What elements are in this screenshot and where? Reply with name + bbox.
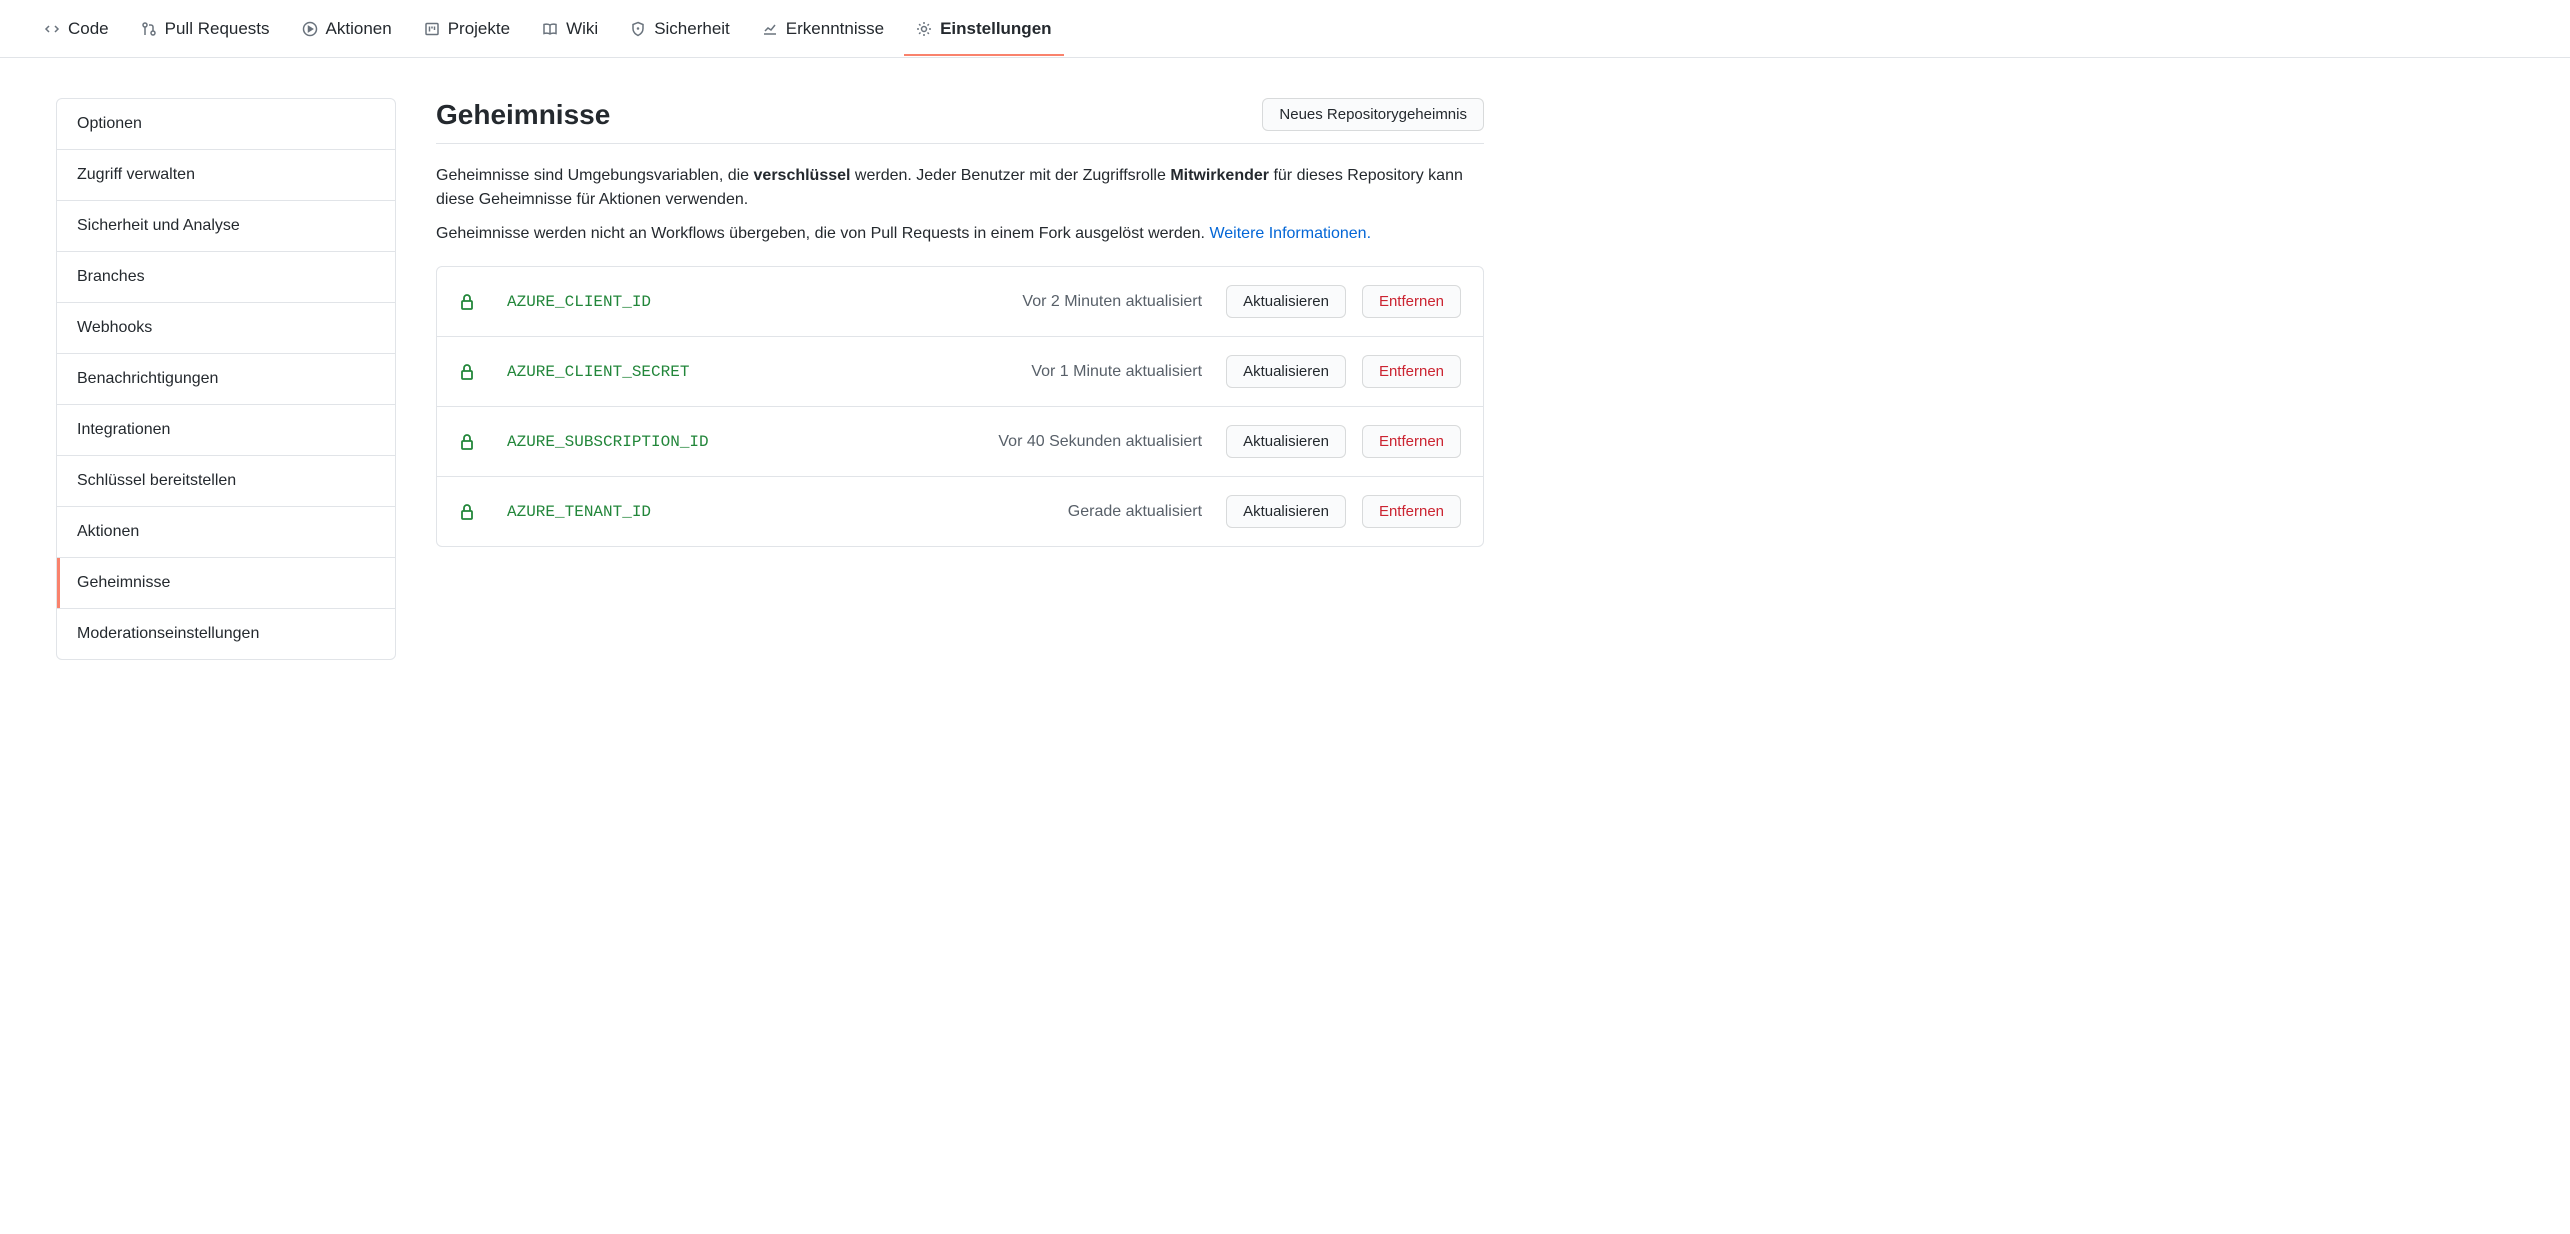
lock-icon (459, 363, 475, 381)
lock-icon (459, 433, 475, 451)
settings-sidebar: Optionen Zugriff verwalten Sicherheit un… (56, 98, 396, 660)
tab-wiki[interactable]: Wiki (530, 3, 610, 55)
secrets-list: AZURE_CLIENT_ID Vor 2 Minuten aktualisie… (436, 266, 1484, 547)
sidebar-item-label: Zugriff verwalten (77, 166, 195, 183)
code-icon (44, 21, 60, 37)
secret-row: AZURE_TENANT_ID Gerade aktualisiert Aktu… (437, 477, 1483, 546)
remove-secret-button[interactable]: Entfernen (1362, 285, 1461, 318)
page-title: Geheimnisse (436, 99, 610, 131)
sidebar-item-notifications[interactable]: Benachrichtigungen (57, 354, 395, 405)
sidebar-item-label: Schlüssel bereitstellen (77, 472, 236, 489)
tab-security[interactable]: Sicherheit (618, 3, 742, 55)
sidebar-item-label: Sicherheit und Analyse (77, 217, 240, 234)
sidebar-item-branches[interactable]: Branches (57, 252, 395, 303)
tab-settings[interactable]: Einstellungen (904, 3, 1063, 55)
sidebar-item-label: Moderationseinstellungen (77, 625, 259, 642)
sidebar-item-moderation[interactable]: Moderationseinstellungen (57, 609, 395, 659)
learn-more-link[interactable]: Weitere Informationen. (1209, 225, 1371, 242)
sidebar-item-security-analysis[interactable]: Sicherheit und Analyse (57, 201, 395, 252)
sidebar-item-label: Optionen (77, 115, 142, 132)
secrets-description-1: Geheimnisse sind Umgebungsvariablen, die… (436, 164, 1484, 212)
tab-pull-requests[interactable]: Pull Requests (129, 3, 282, 55)
secret-name: AZURE_CLIENT_SECRET (507, 363, 1015, 381)
sidebar-item-secrets[interactable]: Geheimnisse (57, 558, 395, 609)
main-content: Geheimnisse Neues Repositorygeheimnis Ge… (436, 98, 1484, 660)
new-repository-secret-button[interactable]: Neues Repositorygeheimnis (1262, 98, 1484, 131)
sidebar-item-label: Aktionen (77, 523, 139, 540)
secrets-description-2: Geheimnisse werden nicht an Workflows üb… (436, 222, 1484, 246)
secret-updated: Gerade aktualisiert (1068, 503, 1202, 521)
lock-icon (459, 293, 475, 311)
tab-label: Sicherheit (654, 19, 730, 39)
remove-secret-button[interactable]: Entfernen (1362, 495, 1461, 528)
sidebar-item-options[interactable]: Optionen (57, 99, 395, 150)
secret-row: AZURE_CLIENT_ID Vor 2 Minuten aktualisie… (437, 267, 1483, 337)
tab-label: Wiki (566, 19, 598, 39)
sidebar-item-actions[interactable]: Aktionen (57, 507, 395, 558)
page-header: Geheimnisse Neues Repositorygeheimnis (436, 98, 1484, 144)
sidebar-item-label: Webhooks (77, 319, 152, 336)
repo-tabs: Code Pull Requests Aktionen Projekte Wik… (0, 0, 2570, 58)
secret-updated: Vor 40 Sekunden aktualisiert (998, 433, 1202, 451)
sidebar-item-label: Integrationen (77, 421, 170, 438)
tab-label: Erkenntnisse (786, 19, 884, 39)
lock-icon (459, 503, 475, 521)
remove-secret-button[interactable]: Entfernen (1362, 425, 1461, 458)
secret-updated: Vor 2 Minuten aktualisiert (1022, 293, 1202, 311)
secret-name: AZURE_SUBSCRIPTION_ID (507, 433, 982, 451)
tab-label: Aktionen (326, 19, 392, 39)
sidebar-item-manage-access[interactable]: Zugriff verwalten (57, 150, 395, 201)
tab-label: Einstellungen (940, 19, 1051, 39)
secret-row: AZURE_CLIENT_SECRET Vor 1 Minute aktuali… (437, 337, 1483, 407)
update-secret-button[interactable]: Aktualisieren (1226, 355, 1346, 388)
sidebar-item-label: Benachrichtigungen (77, 370, 218, 387)
tab-code[interactable]: Code (32, 3, 121, 55)
secret-name: AZURE_CLIENT_ID (507, 293, 1006, 311)
play-icon (302, 21, 318, 37)
tab-label: Projekte (448, 19, 510, 39)
tab-projects[interactable]: Projekte (412, 3, 522, 55)
secret-updated: Vor 1 Minute aktualisiert (1031, 363, 1202, 381)
tab-actions[interactable]: Aktionen (290, 3, 404, 55)
remove-secret-button[interactable]: Entfernen (1362, 355, 1461, 388)
project-icon (424, 21, 440, 37)
git-pull-request-icon (141, 21, 157, 37)
shield-icon (630, 21, 646, 37)
graph-icon (762, 21, 778, 37)
sidebar-item-deploy-keys[interactable]: Schlüssel bereitstellen (57, 456, 395, 507)
tab-label: Pull Requests (165, 19, 270, 39)
tab-label: Code (68, 19, 109, 39)
gear-icon (916, 21, 932, 37)
update-secret-button[interactable]: Aktualisieren (1226, 495, 1346, 528)
sidebar-item-integrations[interactable]: Integrationen (57, 405, 395, 456)
secret-row: AZURE_SUBSCRIPTION_ID Vor 40 Sekunden ak… (437, 407, 1483, 477)
sidebar-item-label: Branches (77, 268, 145, 285)
tab-insights[interactable]: Erkenntnisse (750, 3, 896, 55)
sidebar-item-label: Geheimnisse (77, 574, 170, 591)
secret-name: AZURE_TENANT_ID (507, 503, 1052, 521)
book-icon (542, 21, 558, 37)
sidebar-item-webhooks[interactable]: Webhooks (57, 303, 395, 354)
update-secret-button[interactable]: Aktualisieren (1226, 285, 1346, 318)
update-secret-button[interactable]: Aktualisieren (1226, 425, 1346, 458)
